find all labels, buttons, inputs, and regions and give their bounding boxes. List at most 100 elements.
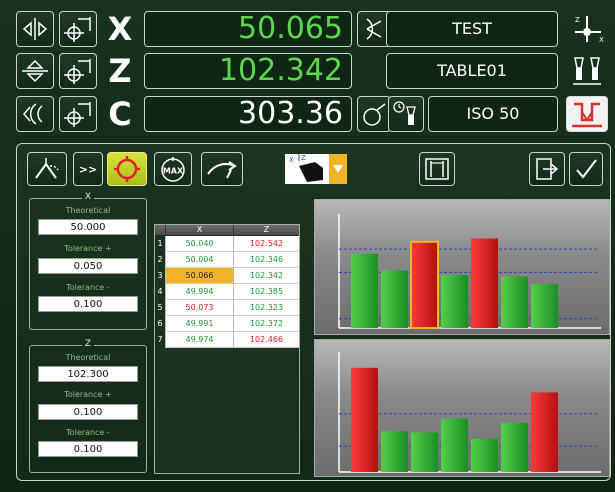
row-number: 5 [155, 300, 165, 316]
row-number: 7 [155, 332, 165, 348]
column-header-x: X [165, 225, 233, 235]
reference-point-icon[interactable] [59, 11, 97, 47]
curve-forward-icon[interactable] [201, 152, 243, 186]
width-measure-icon[interactable] [419, 152, 455, 186]
cell-x[interactable]: 50.040 [165, 236, 233, 252]
theoretical-x-input[interactable]: 50.000 [38, 219, 138, 235]
chart-bar [351, 253, 378, 328]
chart-z-deviation [314, 339, 610, 478]
chart-bar [471, 238, 498, 328]
tool-standard-field[interactable]: ISO 50 [428, 96, 558, 132]
chart-bar [471, 438, 498, 472]
machine-screen: X 50.065 TEST ZX Z 102.342 TABLE01 C 303… [0, 0, 615, 492]
chart-bar [441, 418, 468, 472]
table-row[interactable]: 3 50.066 102.342 [155, 268, 299, 284]
table-row[interactable]: 7 49.974 102.466 [155, 332, 299, 348]
chart-x-deviation [314, 199, 610, 335]
dro-row-z: Z 102.342 TABLE01 [16, 53, 615, 89]
theoretical-label: Theoretical [65, 206, 111, 215]
program-name-field[interactable]: TEST [386, 11, 558, 47]
symmetry-horizontal-icon[interactable] [16, 11, 54, 47]
tolerance-minus-x-input[interactable]: 0.100 [38, 296, 138, 312]
chart-bar [411, 432, 438, 472]
cell-z[interactable]: 102.342 [233, 268, 299, 284]
svg-text:X: X [599, 36, 604, 44]
row-number: 1 [155, 236, 165, 252]
theoretical-z-input[interactable]: 102.300 [38, 366, 138, 382]
cell-x[interactable]: 49.974 [165, 332, 233, 348]
table-row[interactable]: 2 50.004 102.346 [155, 252, 299, 268]
table-name-field[interactable]: TABLE01 [386, 53, 558, 89]
symmetry-vertical-icon[interactable] [16, 53, 54, 89]
tolerance-panel-x: X Theoretical 50.000 Tolerance + 0.050 T… [29, 192, 147, 330]
row-number: 2 [155, 252, 165, 268]
dro-row-c: C 303.36 ISO 50 [16, 96, 615, 132]
tolerance-plus-x-input[interactable]: 0.050 [38, 258, 138, 274]
row-number: 6 [155, 316, 165, 332]
cell-x[interactable]: 49.991 [165, 316, 233, 332]
tolerance-panel-z: Z Theoretical 102.300 Tolerance + 0.100 … [29, 339, 147, 473]
spindle-down-icon[interactable] [566, 96, 608, 132]
cell-z[interactable]: 102.542 [233, 236, 299, 252]
cell-x[interactable]: 49.994 [165, 284, 233, 300]
chart-bar [410, 240, 439, 330]
table-row[interactable]: 4 49.994 102.385 [155, 284, 299, 300]
dro-row-x: X 50.065 TEST ZX [16, 11, 615, 47]
axis-label-z: Z [108, 52, 132, 90]
rotary-axis-icon[interactable] [16, 96, 54, 132]
dro-panel: X 50.065 TEST ZX Z 102.342 TABLE01 C 303… [0, 0, 615, 136]
tolerance-title-x: X [81, 192, 95, 202]
tool-orientation-selector[interactable]: XZ [285, 152, 349, 186]
svg-text:Z: Z [575, 16, 580, 24]
spindle-timer-icon[interactable] [388, 96, 424, 132]
table-row[interactable]: 5 50.073 102.323 [155, 300, 299, 316]
chart-bar [501, 422, 528, 472]
tolerance-minus-label: Tolerance - [66, 428, 110, 437]
next-button[interactable]: >> [73, 152, 103, 186]
cell-z[interactable]: 102.385 [233, 284, 299, 300]
tool-holders-icon[interactable] [566, 53, 608, 89]
angle-arc-icon[interactable] [357, 96, 391, 132]
center-target-icon[interactable] [107, 152, 147, 186]
cell-z[interactable]: 102.466 [233, 332, 299, 348]
svg-text:Z: Z [301, 154, 306, 162]
axis-label-x: X [107, 10, 133, 48]
probe-measure-icon[interactable] [27, 152, 67, 186]
export-icon[interactable] [529, 152, 565, 186]
column-header-z: Z [233, 225, 299, 235]
axis-label-c: C [108, 95, 132, 133]
chart-z-svg [338, 352, 601, 478]
confirm-check-icon[interactable] [569, 152, 603, 186]
row-number: 3 [155, 268, 165, 284]
chart-bar [381, 431, 408, 472]
reference-point-icon[interactable] [59, 96, 97, 132]
cell-z[interactable]: 102.346 [233, 252, 299, 268]
axis-orientation-icon[interactable]: ZX [566, 11, 608, 47]
tolerance-minus-z-input[interactable]: 0.100 [38, 441, 138, 457]
tolerance-plus-label: Tolerance + [64, 390, 112, 399]
cell-x[interactable]: 50.066 [165, 268, 233, 284]
cell-z[interactable]: 102.372 [233, 316, 299, 332]
chart-x-svg [338, 214, 601, 330]
chart-bar [351, 367, 378, 472]
cell-x[interactable]: 50.073 [165, 300, 233, 316]
tolerance-title-z: Z [81, 339, 95, 349]
tolerance-plus-z-input[interactable]: 0.100 [38, 404, 138, 420]
theoretical-label: Theoretical [65, 353, 111, 362]
chart-bar [381, 270, 408, 328]
axis-value-x[interactable]: 50.065 [144, 11, 352, 47]
chart-bar [531, 284, 558, 328]
max-label: MAX [163, 167, 184, 176]
table-row[interactable]: 1 50.040 102.542 [155, 236, 299, 252]
row-number: 4 [155, 284, 165, 300]
measurement-panel: >> MAX XZ X Theoretical 50.000 Tolerance… [16, 143, 611, 481]
axis-value-z[interactable]: 102.342 [144, 53, 352, 89]
axis-value-c[interactable]: 303.36 [144, 96, 352, 132]
cell-z[interactable]: 102.323 [233, 300, 299, 316]
chart-bar [501, 276, 528, 328]
table-row[interactable]: 6 49.991 102.372 [155, 316, 299, 332]
measurement-table: X Z 1 50.040 102.542 2 50.004 102.346 3 50.066 1… [154, 224, 300, 474]
reference-point-icon[interactable] [59, 53, 97, 89]
max-value-icon[interactable]: MAX [154, 152, 192, 186]
cell-x[interactable]: 50.004 [165, 252, 233, 268]
